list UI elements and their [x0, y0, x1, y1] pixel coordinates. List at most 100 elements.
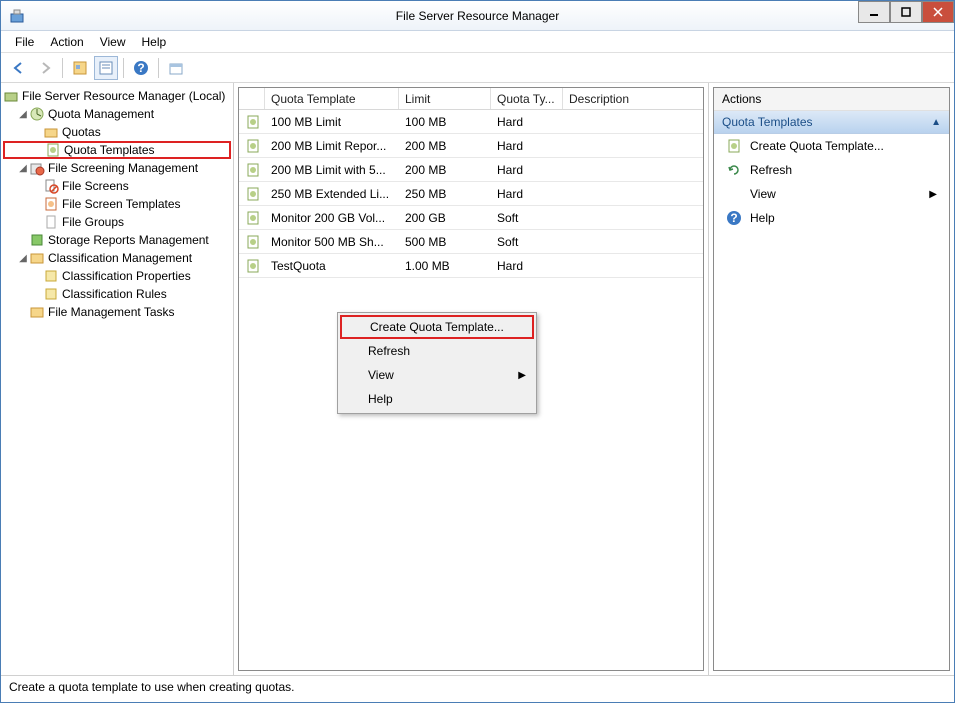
tree-quota-management[interactable]: ◢ Quota Management — [3, 105, 231, 123]
refresh-icon — [726, 162, 742, 178]
tree-classification-mgmt[interactable]: ◢ Classification Management — [3, 249, 231, 267]
cell-limit: 100 MB — [399, 115, 491, 129]
menu-file[interactable]: File — [7, 33, 42, 51]
table-row[interactable]: Monitor 200 GB Vol...200 GBSoft — [239, 206, 703, 230]
action-label: View — [750, 187, 776, 201]
context-menu: Create Quota Template... Refresh View▶ H… — [337, 312, 537, 414]
status-bar: Create a quota template to use when crea… — [1, 675, 954, 699]
properties-button[interactable] — [94, 56, 118, 80]
actions-title[interactable]: Quota Templates ▲ — [714, 111, 949, 134]
tree-file-screens[interactable]: File Screens — [3, 177, 231, 195]
collapse-icon[interactable]: ◢ — [17, 253, 29, 264]
cell-name: Monitor 500 MB Sh... — [265, 235, 399, 249]
action-refresh[interactable]: Refresh — [714, 158, 949, 182]
menu-action[interactable]: Action — [42, 33, 91, 51]
help-button[interactable]: ? — [129, 56, 153, 80]
column-type[interactable]: Quota Ty... — [491, 88, 563, 109]
menu-help[interactable]: Help — [134, 33, 175, 51]
close-button[interactable] — [922, 1, 954, 23]
column-template[interactable]: Quota Template — [265, 88, 399, 109]
cell-name: 100 MB Limit — [265, 115, 399, 129]
tree-file-screening[interactable]: ◢ File Screening Management — [3, 159, 231, 177]
server-icon — [3, 88, 19, 104]
actions-wrap: Actions Quota Templates ▲ Create Quota T… — [713, 87, 950, 671]
toolbar-separator — [62, 58, 63, 78]
column-description[interactable]: Description — [563, 88, 703, 109]
screening-icon — [29, 160, 45, 176]
tree-file-groups[interactable]: File Groups — [3, 213, 231, 231]
tree-file-screen-templates[interactable]: File Screen Templates — [3, 195, 231, 213]
actions-header: Actions — [714, 88, 949, 111]
tree-label: File Screens — [62, 179, 129, 193]
tree-file-mgmt-tasks[interactable]: File Management Tasks — [3, 303, 231, 321]
extra-button[interactable] — [164, 56, 188, 80]
minimize-button[interactable] — [858, 1, 890, 23]
ctx-refresh[interactable]: Refresh — [340, 339, 534, 363]
table-row[interactable]: 200 MB Limit with 5...200 MBHard — [239, 158, 703, 182]
tree-quotas[interactable]: Quotas — [3, 123, 231, 141]
tree-label: File Screening Management — [48, 161, 198, 175]
tree-storage-reports[interactable]: Storage Reports Management — [3, 231, 231, 249]
content-pane: Quota Template Limit Quota Ty... Descrip… — [234, 83, 709, 675]
row-icon — [239, 114, 265, 130]
table-row[interactable]: Monitor 500 MB Sh...500 MBSoft — [239, 230, 703, 254]
column-limit[interactable]: Limit — [399, 88, 491, 109]
list-body: 100 MB Limit100 MBHard200 MB Limit Repor… — [239, 110, 703, 278]
tree-classification-rules[interactable]: Classification Rules — [3, 285, 231, 303]
file-screen-icon — [43, 178, 59, 194]
tree-label: File Management Tasks — [48, 305, 175, 319]
template-icon — [43, 196, 59, 212]
forward-button[interactable] — [33, 56, 57, 80]
svg-text:?: ? — [137, 61, 144, 75]
menu-view[interactable]: View — [92, 33, 134, 51]
action-help[interactable]: ? Help — [714, 206, 949, 230]
ctx-view-label: View — [368, 368, 394, 382]
show-hide-tree-button[interactable] — [68, 56, 92, 80]
svg-text:?: ? — [730, 211, 737, 225]
column-headers: Quota Template Limit Quota Ty... Descrip… — [239, 88, 703, 110]
table-row[interactable]: TestQuota1.00 MBHard — [239, 254, 703, 278]
tree-label: Classification Rules — [62, 287, 167, 301]
tree-label: File Server Resource Manager (Local) — [22, 89, 225, 103]
collapse-icon[interactable]: ◢ — [17, 109, 29, 120]
collapse-up-icon[interactable]: ▲ — [931, 117, 941, 128]
column-icon[interactable] — [239, 88, 265, 109]
table-row[interactable]: 100 MB Limit100 MBHard — [239, 110, 703, 134]
action-create-quota-template[interactable]: Create Quota Template... — [714, 134, 949, 158]
row-icon — [239, 162, 265, 178]
cell-type: Soft — [491, 211, 563, 225]
back-button[interactable] — [7, 56, 31, 80]
row-icon — [239, 234, 265, 250]
chevron-right-icon: ▶ — [929, 189, 937, 200]
cell-type: Hard — [491, 259, 563, 273]
table-row[interactable]: 250 MB Extended Li...250 MBHard — [239, 182, 703, 206]
tree-classification-props[interactable]: Classification Properties — [3, 267, 231, 285]
collapse-icon[interactable]: ◢ — [17, 163, 29, 174]
row-icon — [239, 186, 265, 202]
ctx-help[interactable]: Help — [340, 387, 534, 411]
quota-icon — [29, 106, 45, 122]
tree-label: Quota Management — [48, 107, 154, 121]
ctx-view[interactable]: View▶ — [340, 363, 534, 387]
row-icon — [239, 210, 265, 226]
action-label: Refresh — [750, 163, 792, 177]
action-label: Help — [750, 211, 775, 225]
tree-label: File Screen Templates — [62, 197, 181, 211]
maximize-button[interactable] — [890, 1, 922, 23]
tree-root[interactable]: File Server Resource Manager (Local) — [3, 87, 231, 105]
ctx-create-quota-template[interactable]: Create Quota Template... — [340, 315, 534, 339]
cell-type: Soft — [491, 235, 563, 249]
row-icon — [239, 138, 265, 154]
tree-label: Quota Templates — [64, 143, 155, 157]
table-row[interactable]: 200 MB Limit Repor...200 MBHard — [239, 134, 703, 158]
action-view[interactable]: View ▶ — [714, 182, 949, 206]
toolbar-separator — [123, 58, 124, 78]
action-label: Create Quota Template... — [750, 139, 884, 153]
cell-type: Hard — [491, 187, 563, 201]
row-icon — [239, 258, 265, 274]
cell-name: 200 MB Limit Repor... — [265, 139, 399, 153]
tree-quota-templates[interactable]: Quota Templates — [3, 141, 231, 159]
actions-title-label: Quota Templates — [722, 115, 813, 129]
props-icon — [43, 268, 59, 284]
cell-type: Hard — [491, 115, 563, 129]
